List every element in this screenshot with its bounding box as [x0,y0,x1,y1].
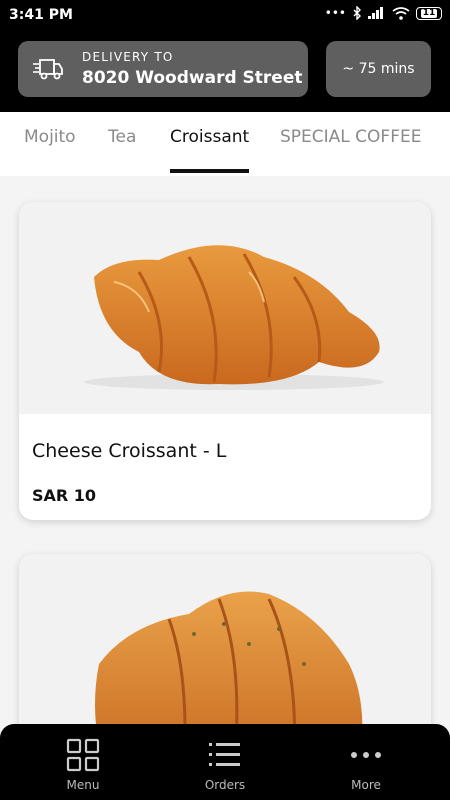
battery-level: 11 [420,7,438,18]
more-dots-icon [351,752,381,758]
product-image [19,202,431,414]
delivery-address-button[interactable]: DELIVERY TO 8020 Woodward Street ... [18,41,308,97]
status-icons: ••• 11 [325,6,442,20]
product-list: Cheese Croissant - L SAR 10 [0,176,450,724]
eta-text: ~ 75 mins [342,61,415,77]
status-time: 3:41 PM [9,7,73,23]
bottom-navigation: Menu Orders More [0,724,450,800]
croissant-image [84,245,384,390]
active-tab-indicator [170,169,249,173]
nav-orders[interactable]: Orders [170,724,280,800]
product-card[interactable]: Cheese Croissant - L SAR 10 [19,202,431,520]
battery-icon: 11 [416,6,442,20]
signal-icon [368,7,383,19]
more-dots-icon: ••• [324,6,346,20]
delivery-truck-icon [33,59,63,80]
tab-tea[interactable]: Tea [108,127,136,147]
category-tabs: Mojito Tea Croissant SPECIAL COFFEE [0,112,450,176]
nav-menu[interactable]: Menu [28,724,138,800]
bluetooth-icon [353,6,361,20]
delivery-label: DELIVERY TO [82,50,174,64]
product-image [19,554,431,724]
app-header: 3:41 PM ••• 11 DELIVERY TO 8020 Woodward… [0,0,450,112]
tab-mojito[interactable]: Mojito [24,127,76,147]
nav-more[interactable]: More [311,724,421,800]
grid-icon [66,738,100,772]
nav-more-label: More [351,778,381,792]
tab-croissant[interactable]: Croissant [170,127,249,147]
tab-special-coffee[interactable]: SPECIAL COFFEE [280,127,421,147]
croissant-image [95,591,363,724]
nav-menu-label: Menu [66,778,100,792]
nav-orders-label: Orders [204,778,246,792]
delivery-address: 8020 Woodward Street ... [82,68,302,88]
product-name: Cheese Croissant - L [32,440,227,462]
delivery-eta-button[interactable]: ~ 75 mins [326,41,431,97]
product-price: SAR 10 [32,486,97,505]
wifi-icon [392,6,410,20]
list-icon [209,743,240,766]
product-card[interactable] [19,554,431,724]
status-bar: 3:41 PM ••• 11 [0,0,450,32]
